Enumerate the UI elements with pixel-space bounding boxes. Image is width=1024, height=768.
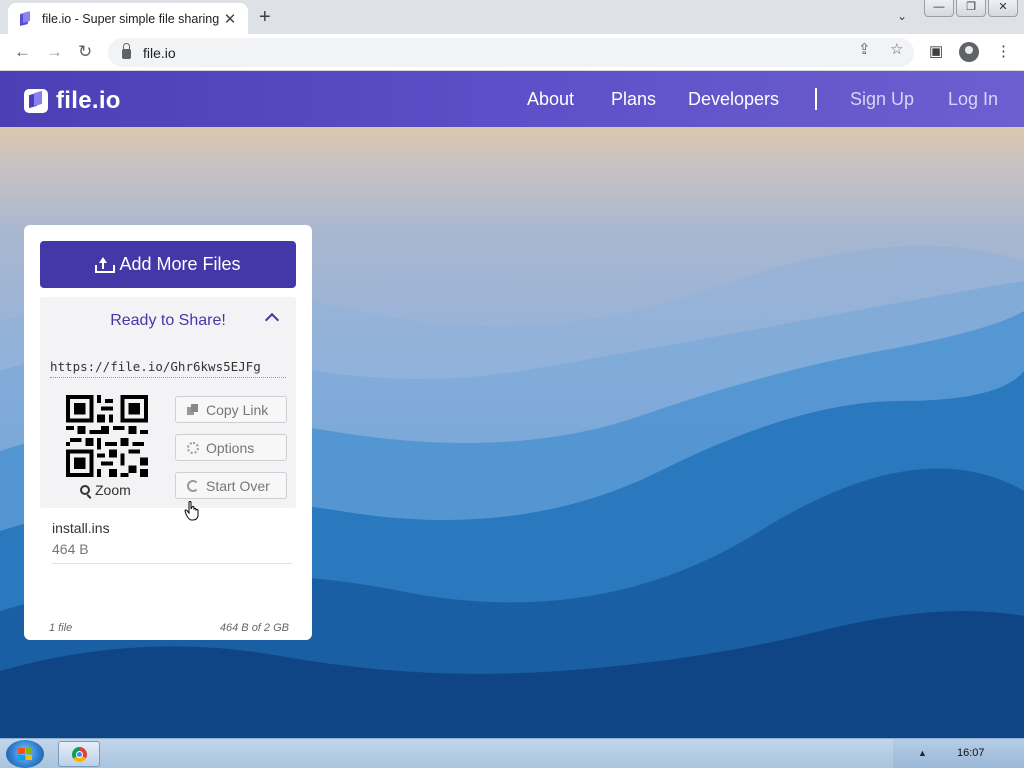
storage-usage: 464 B of 2 GB: [219, 622, 289, 634]
browser-tab[interactable]: file.io - Super simple file sharing ✕: [8, 3, 248, 34]
refresh-icon: [187, 479, 199, 492]
nav-developers[interactable]: Developers: [688, 89, 779, 110]
taskbar-clock[interactable]: 16:07: [957, 747, 985, 759]
file-name: install.ins: [52, 520, 110, 536]
close-window-button[interactable]: ✕: [988, 0, 1018, 17]
file-size: 464 B: [52, 541, 89, 557]
minimize-button[interactable]: —: [924, 0, 954, 17]
restore-button[interactable]: ❐: [956, 0, 986, 17]
window-controls: — ❐ ✕: [924, 0, 1018, 17]
tab-close-icon[interactable]: ✕: [222, 10, 238, 28]
options-label: Options: [206, 439, 255, 456]
lock-icon[interactable]: [122, 43, 131, 59]
start-over-label: Start Over: [206, 477, 270, 494]
qr-code[interactable]: [66, 395, 148, 477]
start-over-button[interactable]: Start Over: [175, 472, 287, 499]
fileio-favicon-icon: [18, 12, 32, 26]
taskbar-chrome-button[interactable]: [58, 741, 100, 767]
file-count: 1 file: [49, 622, 73, 634]
options-button[interactable]: Options: [175, 434, 287, 461]
windows-taskbar: ▲ 16:07: [0, 738, 1024, 768]
nav-divider: [815, 88, 817, 110]
file-list-item: install.ins 464 B: [52, 520, 292, 564]
browser-menu-icon[interactable]: ⋮: [996, 42, 1011, 60]
upload-card: Add More Files Ready to Share! https://f…: [24, 225, 312, 640]
bookmark-star-icon[interactable]: ☆: [890, 40, 903, 58]
address-bar[interactable]: file.io: [108, 38, 914, 67]
nav-log-in[interactable]: Log In: [948, 89, 998, 110]
start-button[interactable]: [6, 740, 44, 768]
back-button[interactable]: ←: [14, 42, 31, 62]
nav-plans[interactable]: Plans: [611, 89, 656, 110]
zoom-label: Zoom: [95, 482, 131, 498]
site-logo[interactable]: file.io: [24, 87, 121, 115]
add-more-files-label: Add More Files: [119, 254, 241, 274]
forward-button[interactable]: →: [46, 42, 63, 62]
logo-text: file.io: [56, 87, 121, 114]
hand-cursor-icon: [184, 501, 199, 521]
side-panel-icon[interactable]: ▣: [929, 42, 943, 60]
url-text[interactable]: file.io: [143, 45, 176, 61]
windows-logo-icon: [18, 748, 32, 760]
copy-link-button[interactable]: Copy Link: [175, 396, 287, 423]
fileio-logo-icon: [24, 89, 48, 113]
nav-sign-up[interactable]: Sign Up: [850, 89, 914, 110]
nav-about[interactable]: About: [527, 89, 574, 110]
new-tab-button[interactable]: +: [259, 6, 271, 29]
tab-strip: file.io - Super simple file sharing ✕ + …: [0, 0, 1024, 34]
browser-toolbar: ← → ↻ file.io ⇪ ☆ ▣ ⋮: [0, 34, 1024, 71]
magnifier-icon: [80, 485, 90, 495]
zoom-button[interactable]: Zoom: [80, 482, 131, 498]
copy-icon: [187, 403, 199, 416]
tray-expand-icon[interactable]: ▲: [918, 748, 927, 758]
site-header: file.io About Plans Developers Sign Up L…: [0, 71, 1024, 127]
upload-icon: [95, 256, 116, 273]
share-panel: Ready to Share! https://file.io/Ghr6kws5…: [40, 297, 296, 508]
ready-to-share-heading[interactable]: Ready to Share!: [40, 312, 296, 330]
profile-avatar-icon[interactable]: [959, 42, 979, 62]
tab-title: file.io - Super simple file sharing: [42, 11, 220, 26]
reload-button[interactable]: ↻: [78, 42, 92, 62]
copy-link-label: Copy Link: [206, 401, 269, 418]
page-viewport: file.io About Plans Developers Sign Up L…: [0, 71, 1024, 738]
share-link[interactable]: https://file.io/Ghr6kws5EJFg: [50, 359, 286, 378]
gear-icon: [187, 441, 199, 454]
tab-search-icon[interactable]: ⌄: [897, 9, 907, 23]
share-icon[interactable]: ⇪: [858, 40, 871, 58]
add-more-files-button[interactable]: Add More Files: [40, 241, 296, 288]
chrome-icon: [72, 747, 87, 762]
